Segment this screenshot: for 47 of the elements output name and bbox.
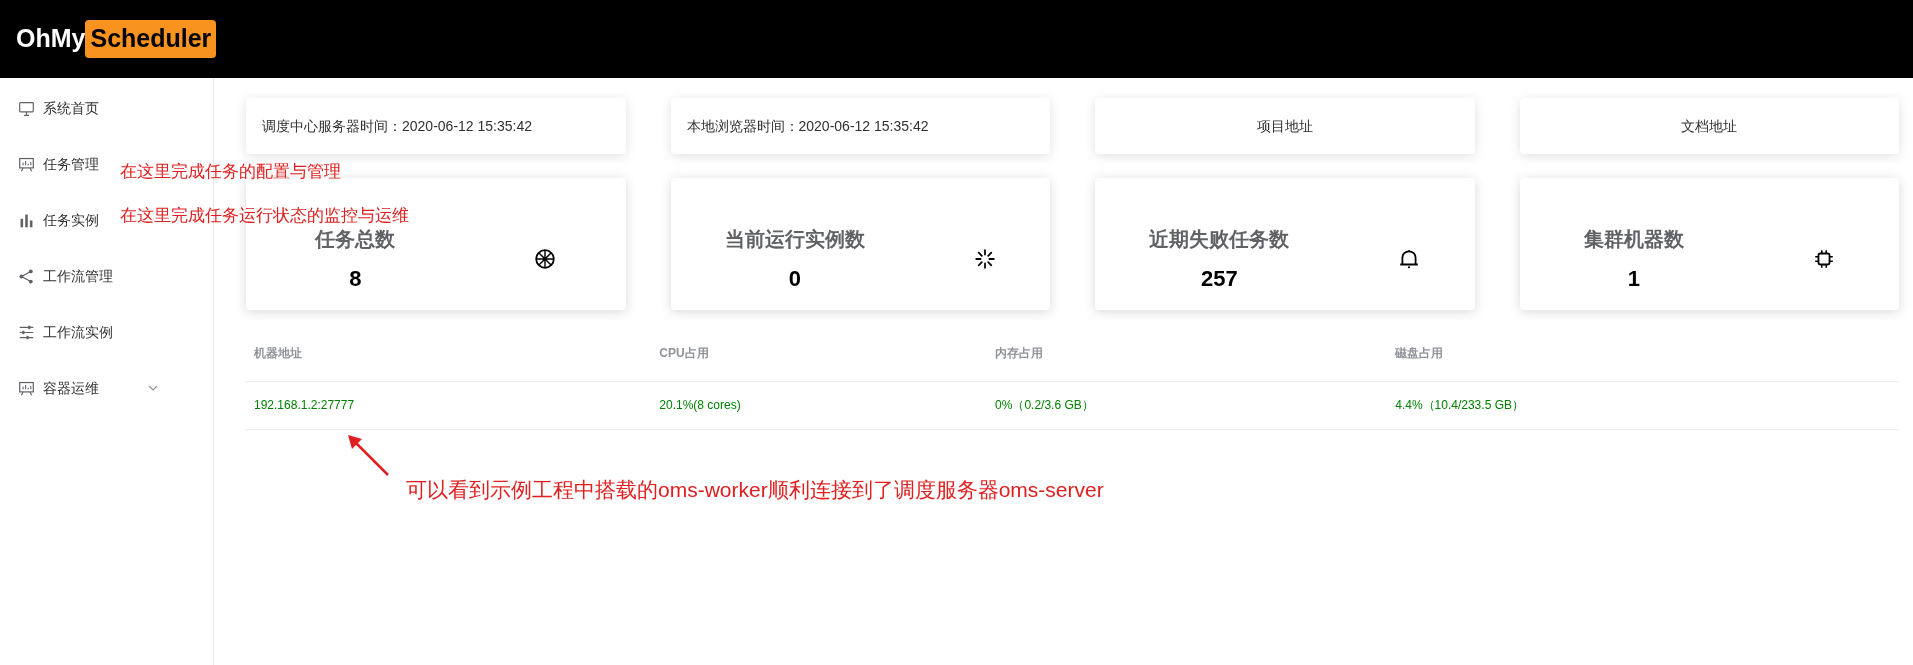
sidebar-item[interactable]: 工作流管理	[0, 248, 113, 304]
table-cell: 192.168.1.2:27777	[246, 381, 652, 429]
stat-title: 近期失败任务数	[1149, 226, 1290, 252]
table-cell: 20.1%(8 cores)	[651, 381, 988, 429]
info-card[interactable]: 项目地址	[1095, 98, 1475, 154]
logo-badge: Scheduler	[85, 20, 217, 58]
annotation-text: 可以看到示例工程中搭载的oms-worker顺利连接到了调度服务器oms-server	[406, 477, 1104, 503]
annotation-arrow	[346, 433, 391, 478]
stat-value: 8	[349, 264, 362, 293]
bell-icon	[1398, 248, 1421, 270]
presentation-board-icon	[18, 155, 35, 173]
stat-value: 1	[1627, 264, 1640, 293]
sidebar-item[interactable]: 工作流实例	[0, 304, 113, 360]
annotation-text: 在这里完成任务的配置与管理	[120, 161, 341, 183]
stat-title: 当前运行实例数	[724, 226, 865, 252]
spinner-icon	[973, 248, 996, 270]
sidebar-item[interactable]: 任务管理	[0, 136, 99, 192]
column-header: 磁盘占用	[1387, 326, 1899, 381]
presentation-board-icon	[18, 379, 35, 397]
wheel-icon	[534, 248, 557, 270]
column-header: CPU占用	[651, 326, 988, 381]
sliders-icon	[18, 323, 35, 341]
sidebar-label: 任务管理	[43, 154, 99, 174]
stat-title: 任务总数	[315, 226, 396, 252]
info-card[interactable]: 调度中心服务器时间：2020-06-12 15:35:42	[246, 98, 626, 154]
sidebar-label: 系统首页	[43, 98, 99, 118]
sidebar-label: 工作流管理	[43, 266, 113, 286]
sidebar-label: 容器运维	[43, 378, 99, 398]
sidebar-item[interactable]: 任务实例	[0, 192, 99, 248]
share-icon	[18, 267, 35, 285]
column-header: 机器地址	[246, 326, 652, 381]
sidebar-item[interactable]: 容器运维	[0, 360, 159, 416]
chip-icon	[1812, 248, 1835, 270]
table-cell: 0%（0.2/3.6 GB）	[987, 381, 1388, 429]
column-header: 内存占用	[987, 326, 1388, 381]
info-card[interactable]: 本地浏览器时间：2020-06-12 15:35:42	[670, 98, 1050, 154]
monitor-icon	[18, 99, 35, 117]
logo-text: OhMy	[16, 23, 86, 55]
stat-value: 257	[1201, 264, 1238, 293]
sidebar-label: 任务实例	[43, 210, 99, 230]
stat-value: 0	[788, 264, 801, 293]
sidebar-label: 工作流实例	[43, 322, 113, 342]
sidebar-item[interactable]: 系统首页	[0, 80, 99, 136]
info-card[interactable]: 文档地址	[1519, 98, 1899, 154]
table-cell: 4.4%（10.4/233.5 GB）	[1387, 381, 1899, 429]
annotation-text: 在这里完成任务运行状态的监控与运维	[120, 205, 409, 227]
stat-title: 集群机器数	[1583, 226, 1684, 252]
